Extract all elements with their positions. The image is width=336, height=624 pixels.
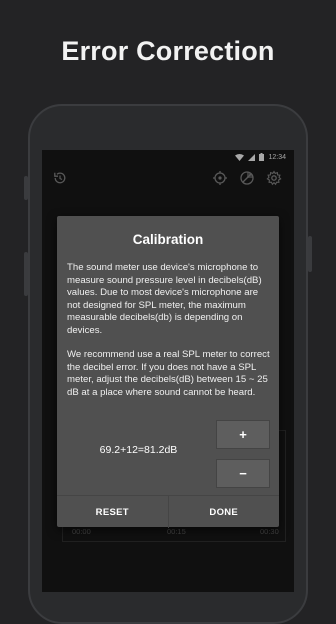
dialog-title: Calibration	[132, 232, 204, 247]
calibration-value: 69.2+12=81.2dB	[99, 444, 178, 456]
dialog-description: The sound meter use device's microphone …	[67, 262, 262, 336]
decrease-button[interactable]: −	[216, 459, 270, 488]
promo-headline: Error Correction	[61, 36, 275, 66]
phone-side-button	[24, 176, 28, 200]
phone-screen: 12:34 00:00 00:15 00:30 Calibration The …	[42, 150, 294, 592]
done-button[interactable]: DONE	[167, 496, 280, 528]
reset-button[interactable]: RESET	[57, 496, 168, 528]
calibration-dialog: Calibration The sound meter use device's…	[57, 216, 279, 528]
dialog-recommendation: We recommend use a real SPL meter to cor…	[67, 349, 270, 398]
increase-button[interactable]: +	[216, 420, 270, 449]
phone-side-button	[24, 252, 28, 296]
dialog-actions: RESET DONE	[57, 495, 279, 528]
phone-power-button	[308, 236, 312, 272]
